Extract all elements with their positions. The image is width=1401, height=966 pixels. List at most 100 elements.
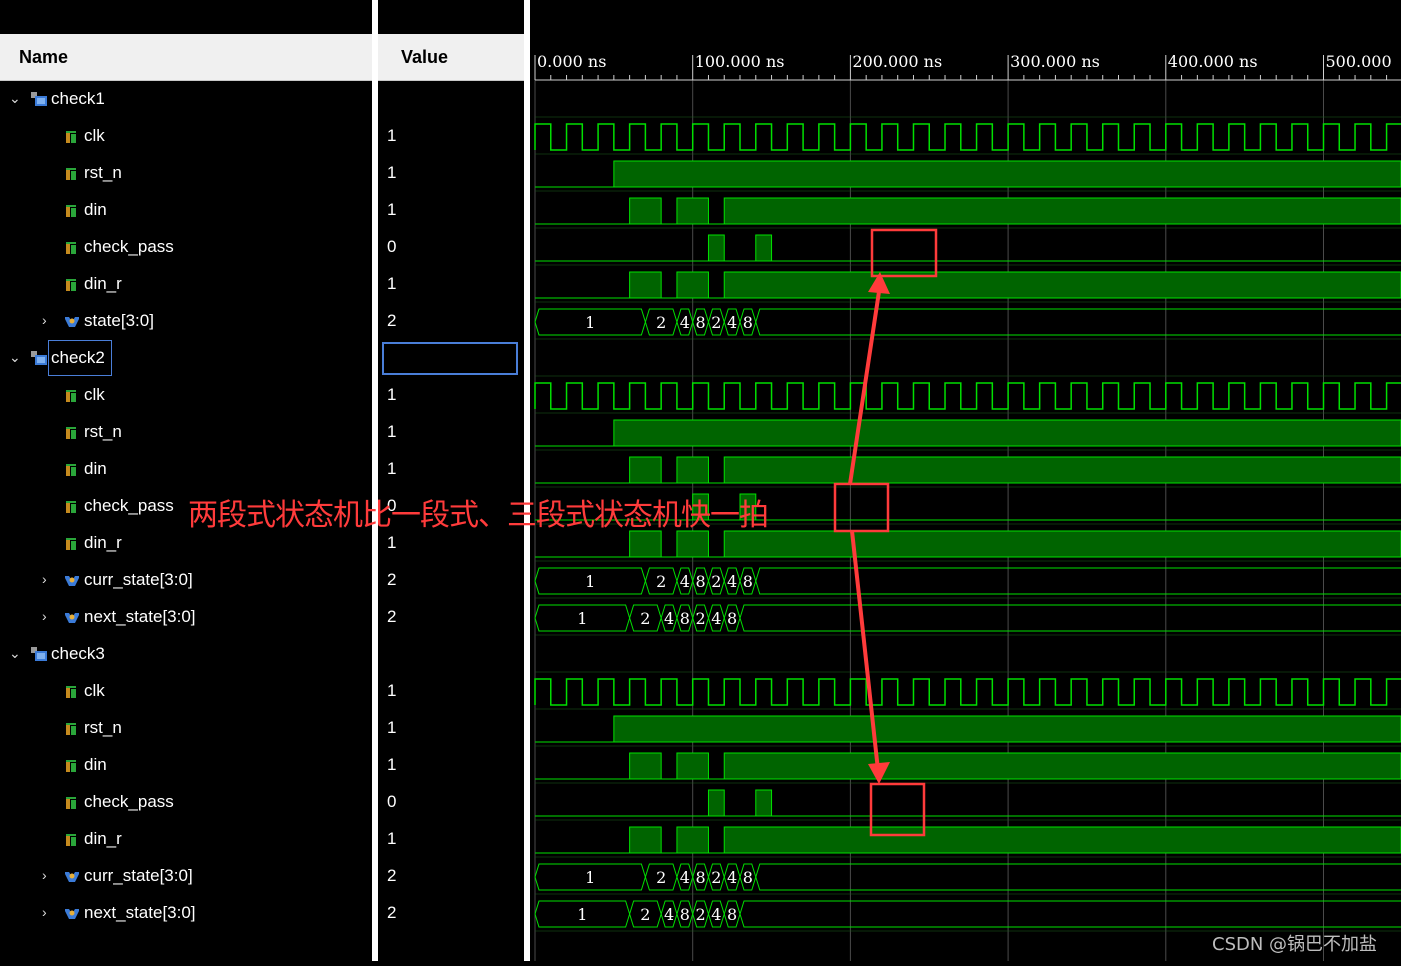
bus-value-label: 2 xyxy=(656,313,666,332)
signal-high-pulse xyxy=(629,530,662,558)
chevron-right-icon[interactable]: › xyxy=(42,867,47,883)
signal-value-row[interactable]: 2 xyxy=(378,895,524,932)
value-column-header[interactable]: Value xyxy=(378,34,524,81)
signal-value-row[interactable]: 1 xyxy=(378,673,524,710)
signal-value-row[interactable]: 2 xyxy=(378,858,524,895)
bus-value-label: 4 xyxy=(711,609,721,628)
signal-label: check_pass xyxy=(84,496,174,515)
signal-row[interactable]: › state[3:0] xyxy=(0,303,372,340)
name-header-label: Name xyxy=(19,47,69,67)
bus-value-label: 2 xyxy=(711,868,721,887)
signal-value-row[interactable]: 1 xyxy=(378,414,524,451)
signal-icon xyxy=(65,500,78,514)
bus-value-label: 2 xyxy=(640,609,650,628)
signal-value-row[interactable]: 1 xyxy=(378,155,524,192)
bus-value-label: 1 xyxy=(577,609,587,628)
signal-value-row[interactable]: 1 xyxy=(378,747,524,784)
signal-label: curr_state[3:0] xyxy=(84,570,193,589)
chevron-right-icon[interactable]: › xyxy=(42,312,47,328)
chevron-right-icon[interactable]: › xyxy=(42,608,47,624)
bus-value-label: 2 xyxy=(640,905,650,924)
signal-value: 2 xyxy=(387,607,397,626)
signal-label: rst_n xyxy=(84,718,122,737)
signal-value-row[interactable]: 1 xyxy=(378,377,524,414)
signal-row[interactable]: din xyxy=(0,451,372,488)
signal-row[interactable]: din_r xyxy=(0,266,372,303)
signal-row[interactable]: din xyxy=(0,747,372,784)
waveform-canvas[interactable]: 0.000 ns 100.000 ns 200.000 ns 300.000 ns 40… xyxy=(530,0,1401,961)
signal-value: 2 xyxy=(387,903,397,922)
signal-row[interactable]: rst_n xyxy=(0,155,372,192)
bus-value-label: 8 xyxy=(695,572,705,591)
signal-value-row[interactable]: 2 xyxy=(378,562,524,599)
signal-value: 1 xyxy=(387,200,397,219)
signal-row[interactable]: › curr_state[3:0] xyxy=(0,562,372,599)
signal-value-row[interactable]: 1 xyxy=(378,451,524,488)
signal-row[interactable]: check_pass xyxy=(0,229,372,266)
signal-row[interactable]: › next_state[3:0] xyxy=(0,599,372,636)
scope-row-check1[interactable]: ⌄ check1 xyxy=(0,81,372,118)
signal-label: rst_n xyxy=(84,163,122,182)
bus-value-label: 4 xyxy=(680,313,690,332)
signal-icon xyxy=(65,130,78,144)
bus-signal-icon xyxy=(64,870,79,884)
signal-label: din xyxy=(84,200,107,219)
signal-value-row[interactable]: 2 xyxy=(378,599,524,636)
signal-value: 2 xyxy=(387,311,397,330)
bus-segment xyxy=(739,604,1401,632)
name-column-header[interactable]: Name xyxy=(0,34,372,81)
bus-segment xyxy=(755,567,1401,595)
signal-row[interactable]: clk xyxy=(0,377,372,414)
signal-value-row[interactable]: 1 xyxy=(378,118,524,155)
signal-row[interactable]: check_pass xyxy=(0,784,372,821)
signal-high-pulse xyxy=(676,826,709,854)
signal-row[interactable]: din xyxy=(0,192,372,229)
signal-value-row[interactable]: 1 xyxy=(378,192,524,229)
chevron-down-icon[interactable]: ⌄ xyxy=(9,90,21,107)
signal-label: clk xyxy=(84,681,105,700)
signal-icon xyxy=(65,759,78,773)
signal-value-row[interactable]: 1 xyxy=(378,821,524,858)
bus-value-label: 8 xyxy=(743,868,753,887)
scope-row-check3[interactable]: ⌄ check3 xyxy=(0,636,372,673)
signal-row[interactable]: din_r xyxy=(0,821,372,858)
selected-item-outline xyxy=(48,340,112,376)
signal-row[interactable]: › next_state[3:0] xyxy=(0,895,372,932)
chevron-down-icon[interactable]: ⌄ xyxy=(9,349,21,366)
signal-value-row[interactable]: 0 xyxy=(378,784,524,821)
bus-value-label: 8 xyxy=(695,868,705,887)
signal-value-row[interactable]: 1 xyxy=(378,266,524,303)
waveform-panel[interactable]: 0.000 ns 100.000 ns 200.000 ns 300.000 ns 40… xyxy=(530,0,1401,961)
signal-high-pulse xyxy=(723,271,1401,299)
chevron-down-icon[interactable]: ⌄ xyxy=(9,645,21,662)
bus-segment xyxy=(739,900,1401,928)
time-tick-label: 300.000 ns xyxy=(1010,52,1100,71)
signal-row[interactable]: clk xyxy=(0,673,372,710)
signal-icon xyxy=(65,204,78,218)
chevron-right-icon[interactable]: › xyxy=(42,904,47,920)
signal-row[interactable]: rst_n xyxy=(0,710,372,747)
bus-value-label: 2 xyxy=(695,905,705,924)
bus-value-label: 8 xyxy=(727,905,737,924)
signal-icon xyxy=(65,389,78,403)
signal-high-pulse xyxy=(629,456,662,484)
signal-value-row[interactable]: 1 xyxy=(378,710,524,747)
signal-row[interactable]: rst_n xyxy=(0,414,372,451)
signal-high-pulse xyxy=(755,234,773,262)
signal-row[interactable]: › curr_state[3:0] xyxy=(0,858,372,895)
signal-high-pulse xyxy=(723,530,1401,558)
bus-value-label: 4 xyxy=(664,609,674,628)
bus-value-label: 2 xyxy=(695,609,705,628)
signal-icon xyxy=(65,685,78,699)
selected-value-cell[interactable] xyxy=(382,342,518,375)
signal-high-pulse xyxy=(613,160,1401,188)
module-scope-icon xyxy=(31,351,47,365)
signal-row[interactable]: clk xyxy=(0,118,372,155)
signal-value-row[interactable]: 2 xyxy=(378,303,524,340)
signal-high-pulse xyxy=(707,789,725,817)
signal-icon xyxy=(65,537,78,551)
chevron-right-icon[interactable]: › xyxy=(42,571,47,587)
value-panel: Value 11101211101221110122 xyxy=(378,0,524,961)
signal-value-row[interactable]: 0 xyxy=(378,229,524,266)
time-tick-label: 100.000 ns xyxy=(695,52,785,71)
